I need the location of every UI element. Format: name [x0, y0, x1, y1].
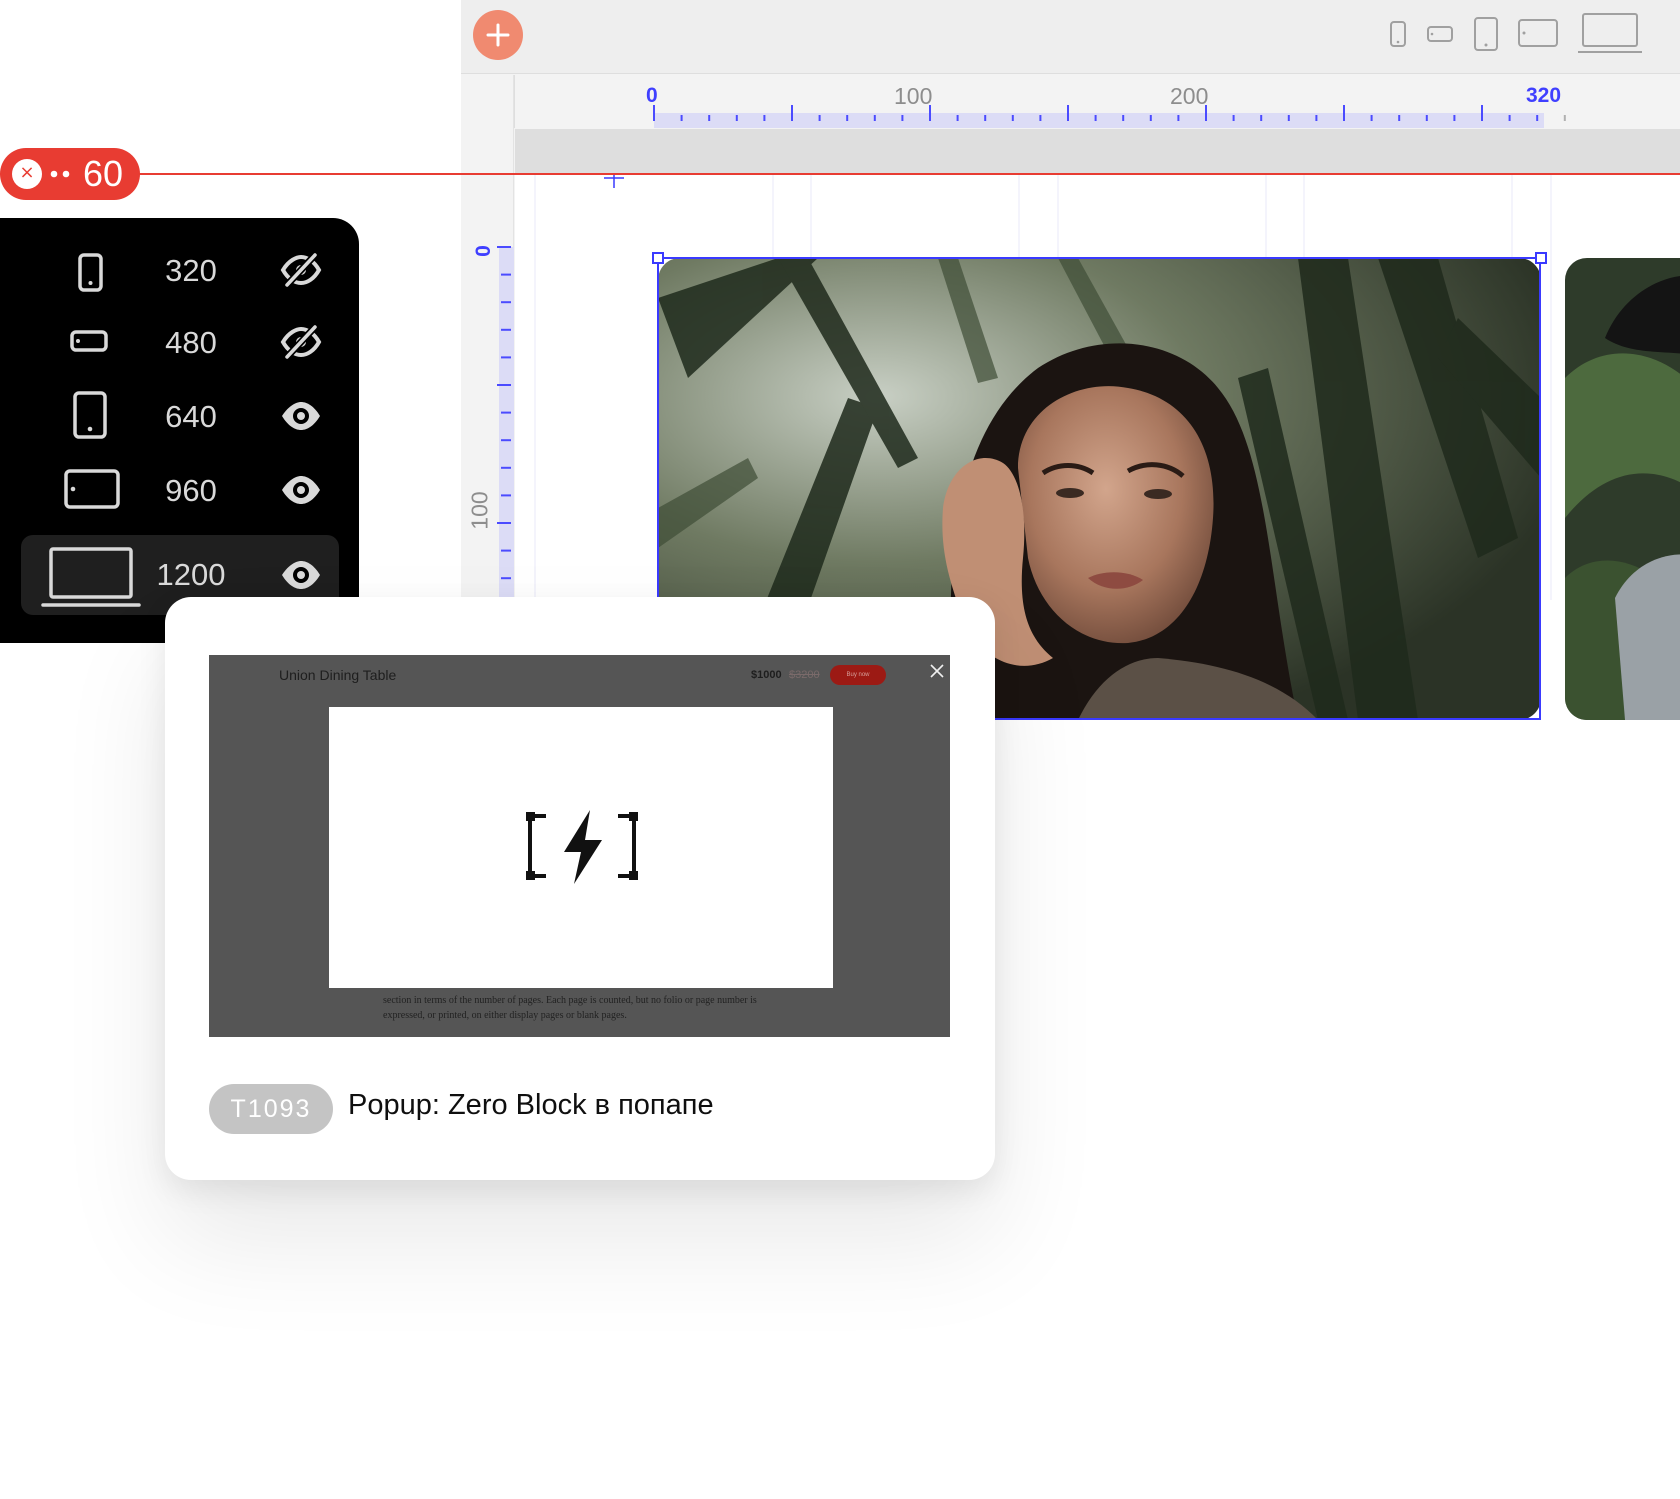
drag-handle-icon[interactable]: [50, 170, 72, 178]
phone-landscape-icon[interactable]: [1426, 25, 1454, 43]
toggle-visibility-button[interactable]: [279, 324, 323, 360]
eye-off-icon: [280, 324, 322, 360]
breakpoint-row-640[interactable]: 640: [21, 380, 339, 452]
remove-guide-button[interactable]: ×: [12, 159, 42, 189]
guide-value: 60: [83, 153, 124, 194]
template-card[interactable]: Union Dining Table $1000 $3200 Buy now s…: [165, 597, 995, 1180]
breakpoint-width: 480: [165, 325, 217, 360]
breakpoint-row-960[interactable]: 960: [21, 454, 339, 526]
toggle-visibility-button[interactable]: [279, 398, 323, 434]
ruler-top-label-0: 0: [646, 84, 658, 107]
ruler-top-label-320: 320: [1526, 84, 1562, 107]
breakpoint-width: 960: [165, 473, 217, 508]
artboard-top-margin: [515, 129, 1680, 173]
close-icon: [930, 664, 944, 678]
toggle-visibility-button[interactable]: [279, 557, 323, 593]
add-block-button[interactable]: [473, 10, 523, 60]
ruler-top-label-200: 200: [1170, 83, 1209, 109]
preview-buy-button: Buy now: [830, 665, 886, 685]
tablet-portrait-icon[interactable]: [1473, 16, 1499, 52]
phone-landscape-icon: [70, 330, 108, 352]
template-title: Popup: Zero Block в попапе: [348, 1089, 714, 1121]
breakpoint-width: 640: [165, 399, 217, 434]
photo-card-secondary[interactable]: [1565, 258, 1680, 720]
ruler-top-label-100: 100: [894, 83, 933, 109]
ruler-left-label-0: 0: [472, 245, 495, 257]
zero-block-icon: [526, 810, 638, 884]
template-preview: Union Dining Table $1000 $3200 Buy now s…: [209, 655, 950, 1037]
phone-portrait-icon: [78, 253, 103, 292]
toggle-visibility-button[interactable]: [279, 472, 323, 508]
eye-off-icon: [280, 252, 322, 288]
breakpoint-width: 320: [165, 253, 217, 288]
eye-icon: [282, 476, 320, 504]
resize-handle-top-left[interactable]: [652, 252, 664, 264]
resize-handle-top-right[interactable]: [1535, 252, 1547, 264]
toggle-visibility-button[interactable]: [279, 252, 323, 288]
tablet-landscape-icon[interactable]: [1517, 18, 1559, 48]
breakpoint-row-480[interactable]: 480: [21, 306, 339, 378]
tablet-portrait-icon: [73, 391, 107, 439]
eye-icon: [282, 561, 320, 589]
phone-portrait-icon[interactable]: [1389, 20, 1407, 48]
preview-price: $1000: [751, 669, 782, 681]
laptop-icon[interactable]: [1577, 12, 1643, 54]
ruler-left-label-100: 100: [466, 491, 493, 530]
secondary-photo: [1565, 258, 1680, 720]
template-id-badge: T1093: [209, 1084, 333, 1134]
tablet-landscape-icon: [64, 469, 120, 509]
plus-icon: [486, 23, 510, 47]
laptop-icon: [41, 547, 141, 607]
preview-old-price: $3200: [789, 669, 820, 681]
preview-body-text: section in terms of the number of pages.…: [383, 995, 757, 1021]
guide-line[interactable]: [0, 173, 1680, 175]
breakpoint-width: 1200: [156, 557, 226, 592]
vertical-ruler: 0 100: [461, 75, 514, 600]
preview-close-button: [927, 661, 947, 681]
horizontal-ruler: 0 100 200 320: [514, 75, 1680, 128]
preview-product-title: Union Dining Table: [279, 667, 397, 683]
breakpoints-panel: 320 480 640 960 1200: [0, 218, 359, 643]
eye-icon: [282, 402, 320, 430]
breakpoint-row-320[interactable]: 320: [21, 234, 339, 306]
guide-position-badge[interactable]: × 60: [0, 148, 140, 200]
editor-toolbar: [461, 0, 1680, 74]
close-icon: ×: [19, 162, 35, 183]
horizontal-ruler-scale: [653, 105, 1566, 128]
